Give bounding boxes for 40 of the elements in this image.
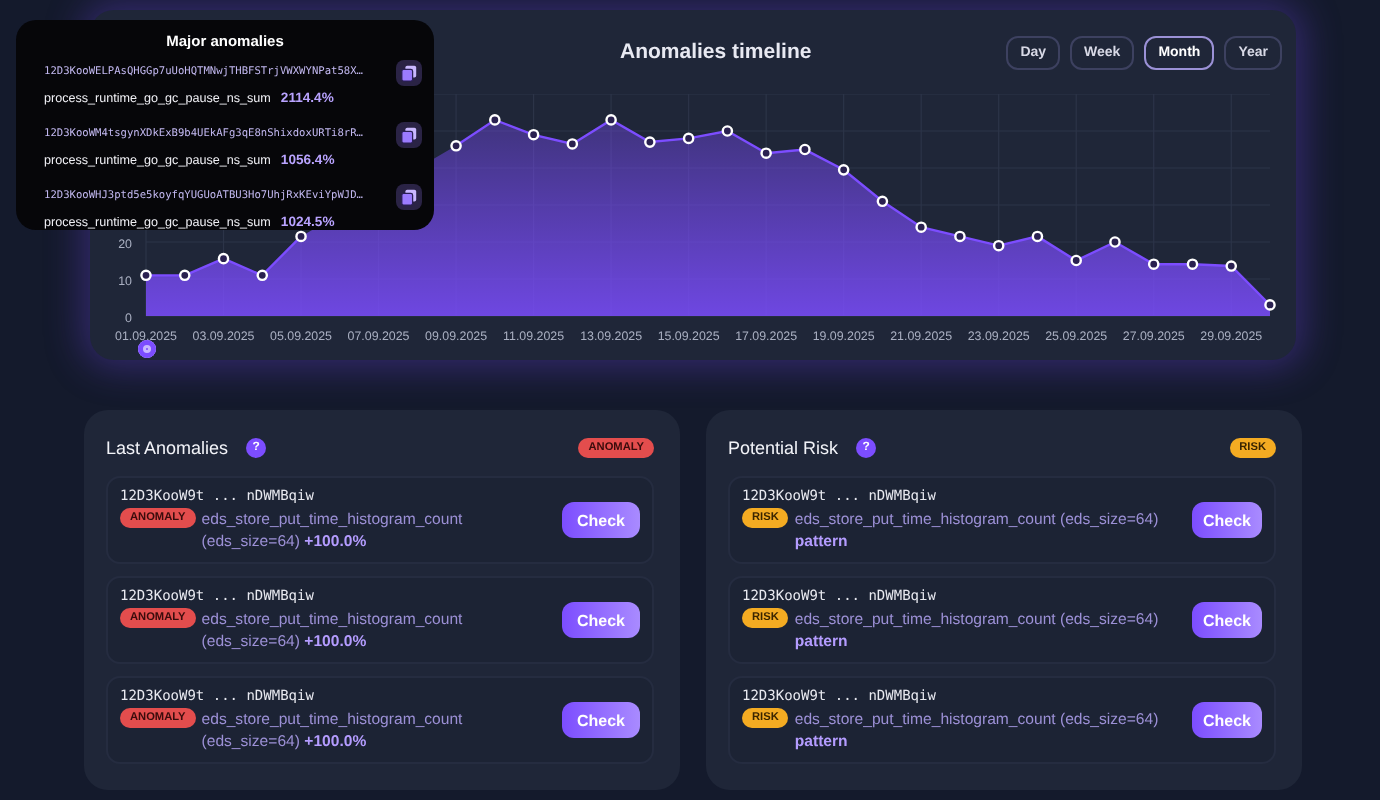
data-point (1031, 230, 1044, 243)
data-point (1186, 258, 1199, 270)
panel-title: Potential Risk (728, 438, 839, 458)
data-point (527, 128, 540, 141)
data-point (489, 114, 501, 126)
data-point (721, 125, 734, 137)
check-button[interactable]: Check (1192, 502, 1262, 538)
data-point (217, 252, 230, 265)
data-point (799, 143, 811, 156)
data-point (566, 138, 579, 150)
panel-title: Last Anomalies (106, 438, 229, 458)
data-point (140, 269, 152, 282)
data-point (295, 230, 307, 243)
copy-button[interactable] (396, 183, 422, 209)
check-button[interactable]: Check (562, 602, 640, 638)
data-point (954, 230, 966, 243)
copy-button[interactable] (396, 59, 422, 85)
data-point (450, 140, 462, 152)
data-point (915, 221, 927, 233)
marker-icon (138, 340, 156, 358)
data-point (876, 195, 889, 208)
data-point (644, 136, 656, 148)
check-button[interactable]: Check (1192, 702, 1262, 738)
data-point (992, 239, 1005, 252)
data-point (1109, 236, 1121, 248)
data-point (605, 114, 617, 126)
data-point (760, 147, 772, 159)
check-button[interactable]: Check (562, 502, 640, 538)
check-button[interactable]: Check (1192, 602, 1262, 638)
check-button[interactable]: Check (562, 702, 640, 738)
data-point (1264, 299, 1276, 311)
data-point (682, 132, 695, 145)
data-point (1070, 254, 1082, 267)
data-point (178, 269, 191, 282)
data-point (837, 164, 850, 176)
chart-title: Anomalies timeline (620, 40, 812, 64)
data-point (256, 269, 269, 282)
copy-button[interactable] (396, 121, 422, 147)
data-point (1147, 258, 1160, 270)
data-point (1225, 260, 1238, 272)
